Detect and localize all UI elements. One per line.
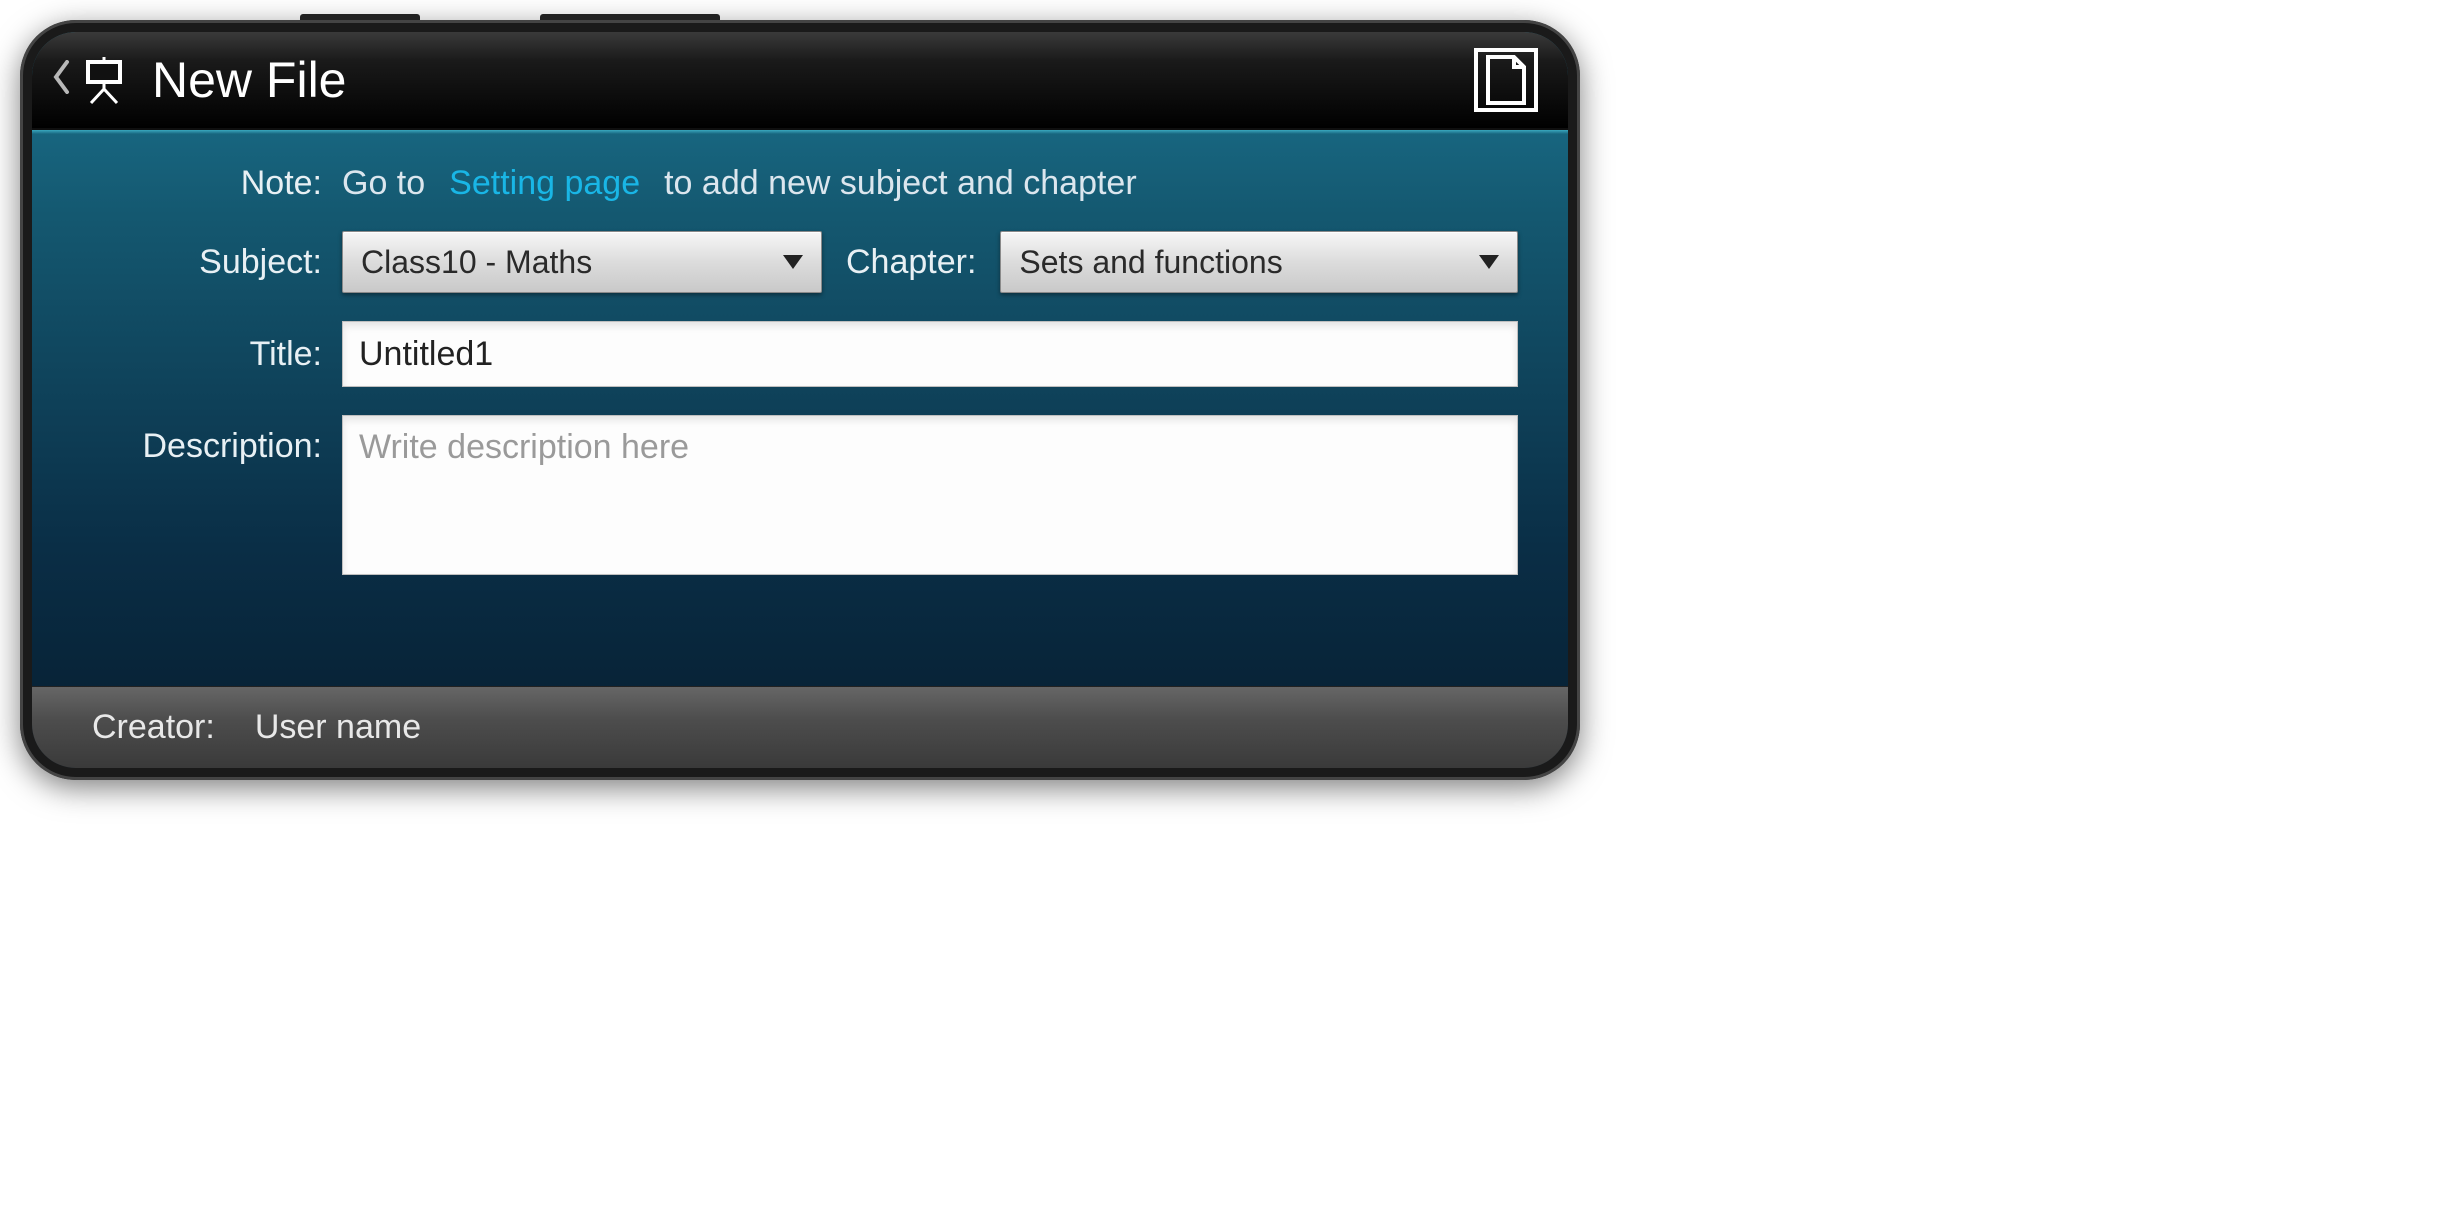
header-bar: New File	[32, 32, 1568, 130]
note-label: Note:	[82, 164, 342, 203]
chapter-label: Chapter:	[846, 243, 976, 282]
device-frame: New File Note: Go to Setting page to add…	[20, 20, 1580, 780]
page-title: New File	[152, 51, 1474, 109]
header-highlight	[32, 130, 1568, 134]
description-label: Description:	[82, 415, 342, 466]
easel-icon[interactable]	[76, 52, 132, 108]
description-input[interactable]	[342, 415, 1518, 575]
chevron-down-icon	[783, 255, 803, 269]
subject-label: Subject:	[82, 243, 342, 282]
new-document-icon[interactable]	[1474, 48, 1538, 112]
setting-page-link[interactable]: Setting page	[449, 164, 640, 203]
chevron-down-icon	[1479, 255, 1499, 269]
chapter-dropdown[interactable]: Sets and functions	[1000, 231, 1518, 293]
title-input[interactable]	[342, 321, 1518, 387]
creator-value: User name	[255, 708, 421, 747]
note-suffix: to add new subject and chapter	[664, 164, 1137, 203]
subject-row: Subject: Class10 - Maths Chapter: Sets a…	[82, 231, 1518, 293]
subject-dropdown-value: Class10 - Maths	[361, 244, 771, 281]
chapter-dropdown-value: Sets and functions	[1019, 244, 1467, 281]
footer-bar: Creator: User name	[32, 686, 1568, 768]
note-prefix: Go to	[342, 164, 425, 203]
title-label: Title:	[82, 335, 342, 374]
subject-dropdown[interactable]: Class10 - Maths	[342, 231, 822, 293]
title-row: Title:	[82, 321, 1518, 387]
note-row: Note: Go to Setting page to add new subj…	[82, 164, 1518, 203]
form-area: Note: Go to Setting page to add new subj…	[32, 134, 1568, 686]
note-text: Go to Setting page to add new subject an…	[342, 164, 1518, 203]
screen: New File Note: Go to Setting page to add…	[32, 32, 1568, 768]
creator-label: Creator:	[92, 708, 215, 747]
back-chevron-icon[interactable]	[52, 60, 70, 101]
description-row: Description:	[82, 415, 1518, 575]
